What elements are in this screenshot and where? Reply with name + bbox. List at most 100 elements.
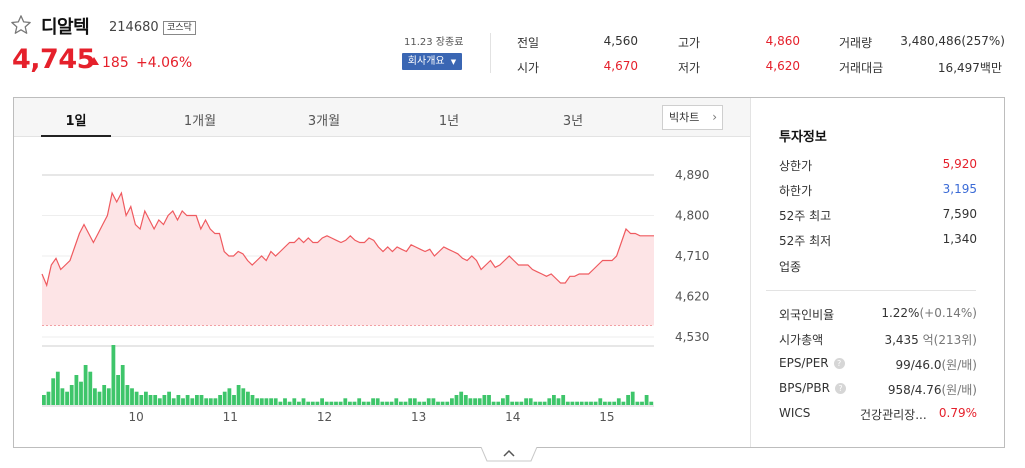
volume-bar [607,401,612,405]
volume-bar [324,401,329,405]
volume-bar [79,381,83,405]
wics-industry[interactable]: 건강관리장... [860,406,927,423]
x-tick-label: 10 [129,410,144,424]
volume-bar [496,401,501,405]
volume-bar [315,401,320,405]
tab-3month[interactable]: 3개월 [284,110,364,129]
company-overview-label: 회사개요 [407,56,445,67]
stock-code: 214680 [109,20,159,35]
intraday-chart[interactable]: 4,890 4,800 4,710 4,620 4,530 10 11 12 13 14 15 [14,138,750,438]
tab-1year[interactable]: 1년 [409,110,489,129]
investment-info-title: 투자정보 [779,130,827,145]
volume-bar [514,401,519,405]
eps-per-number: 99/46.0 [895,358,942,372]
caret-down-icon: ▼ [450,58,457,66]
upper-limit-value: 5,920 [942,157,977,171]
company-overview-button[interactable]: 회사개요 ▼ [402,53,462,70]
market-cap-unit: 억(213위) [922,333,977,347]
volume-bar [445,401,450,405]
foreign-ratio-value: 1.22%(+0.14%) [881,306,977,320]
eps-per-text: EPS/PER [779,356,829,370]
volume-bar [120,365,125,405]
volume-bar [612,401,617,405]
bps-pbr-unit: (원/배) [941,383,978,397]
volume-bar [450,398,454,405]
volume-bar [352,401,357,405]
volume-bar [542,401,547,405]
quote-label-prev: 전일 [517,36,540,50]
bigchart-button[interactable]: 빅차트 › [662,105,723,130]
volume-bar [547,398,552,405]
volume-bar [334,401,338,405]
volume-bar [306,401,311,405]
volume-bar [125,385,130,405]
volume-bar [106,388,111,405]
volume-bar [42,395,46,405]
volume-bar [556,398,561,405]
volume-bar [519,401,524,405]
volume-bar [403,401,408,405]
volume-bar [482,395,487,405]
volume-bar [616,398,621,405]
volume-bar [162,395,167,405]
volume-bar [97,391,102,405]
volume-bar [473,398,477,405]
bigchart-label: 빅차트 [669,111,700,124]
volume-bar [269,398,273,405]
volume-bar [329,401,334,405]
volume-bar [283,398,287,405]
favorite-star-icon[interactable] [10,14,32,36]
x-tick-label: 14 [505,410,520,424]
volume-bar [463,395,468,405]
quote-value-high: 4,860 [765,34,800,48]
volume-bar [88,371,93,405]
tab-1month[interactable]: 1개월 [160,110,240,129]
volume-bar [371,398,375,405]
market-cap-number: 3,435 [884,333,919,347]
volume-bar [621,401,626,405]
volume-bar [380,401,385,405]
volume-bar [255,398,260,405]
volume-bar [292,398,297,405]
volume-bar [426,398,431,405]
volume-bar [524,398,528,405]
tab-3year[interactable]: 3년 [533,110,613,129]
industry-label: 업종 [779,260,802,274]
lower-limit-label: 하한가 [779,184,813,198]
volume-bar [338,401,343,405]
market-cap-value: 3,435 억(213위) [884,331,977,348]
volume-bar [320,398,324,405]
volume-bar [570,401,575,405]
volume-bar [417,401,422,405]
volume-bar [528,398,533,405]
volume-bar [584,401,589,405]
52w-high-value: 7,590 [942,207,977,221]
volume-bar [649,401,654,405]
volume-bar [264,398,269,405]
volume-bar [561,395,566,405]
y-tick-label: 4,800 [675,209,709,223]
volume-bar [287,401,292,405]
volume-bar [185,395,190,405]
volume-bar [134,391,139,405]
volume-bar [55,371,60,405]
volume-bar [436,401,440,405]
y-tick-label: 4,530 [675,330,709,344]
volume-bar [60,388,65,405]
volume-bar [348,401,352,405]
help-icon[interactable]: ? [834,383,846,394]
volume-bar [575,401,579,405]
chevron-right-icon: › [712,110,717,124]
volume-bar [389,401,394,405]
help-icon[interactable]: ? [833,358,845,369]
volume-bar [399,401,403,405]
volume-bar [440,401,445,405]
52w-low-label: 52주 최저 [779,234,832,248]
volume-bar [74,375,79,405]
x-tick-label: 15 [599,410,614,424]
market-badge: 코스닥 [163,21,196,35]
volume-bar [232,395,236,405]
tab-1day[interactable]: 1일 [36,110,116,129]
collapse-handle[interactable] [481,447,537,462]
52w-low-value: 1,340 [942,232,977,246]
